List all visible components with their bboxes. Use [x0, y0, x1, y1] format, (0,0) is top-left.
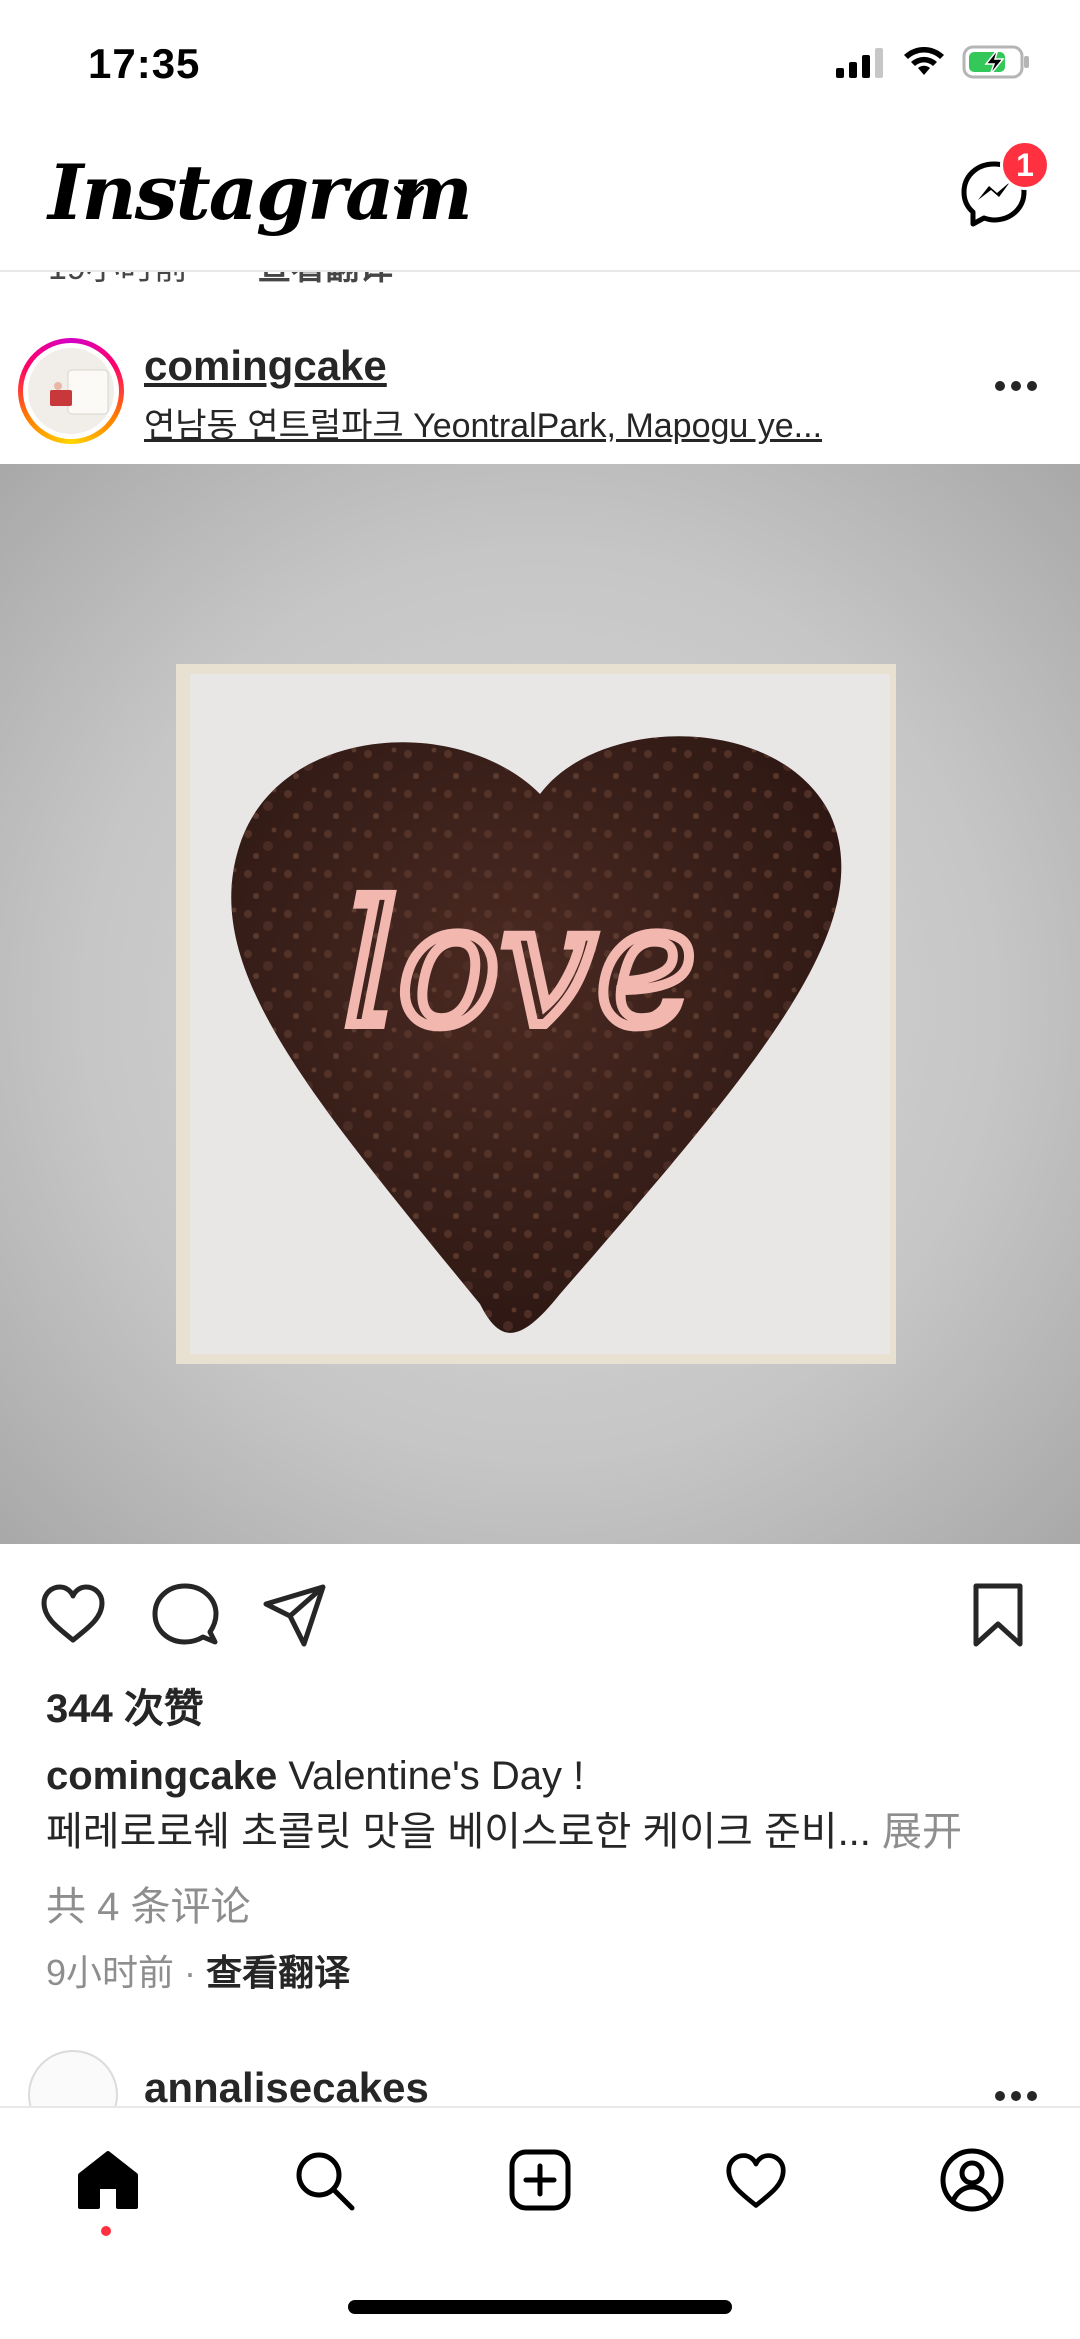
profile-icon — [940, 2148, 1004, 2212]
tab-create[interactable] — [500, 2140, 580, 2220]
status-icons — [836, 44, 1032, 80]
post-header: comingcake 연남동 연트럴파크 YeontralPark, Mapog… — [0, 320, 1080, 460]
tab-activity[interactable] — [716, 2140, 796, 2220]
post-caption: comingcake Valentine's Day ! 페레로로쉐 초콜릿 맛… — [46, 1748, 1036, 1860]
home-icon — [78, 2151, 138, 2209]
home-active-dot — [101, 2226, 111, 2236]
home-indicator[interactable] — [348, 2300, 732, 2314]
post-timestamp-row: 9小时前 · 查看翻译 — [46, 1944, 350, 1996]
next-post-username[interactable]: annalisecakes — [144, 2064, 429, 2106]
post-time-ago: 9小时前 — [46, 1952, 175, 1993]
next-post-avatar[interactable] — [28, 2050, 118, 2106]
more-options-icon[interactable] — [994, 380, 1038, 392]
caption-line-2: 페레로로쉐 초콜릿 맛을 베이스로한 케이크 준비... — [46, 1810, 871, 1854]
post-location[interactable]: 연남동 연트럴파크 YeontralPark, Mapogu ye... — [144, 398, 822, 447]
view-comments-link[interactable]: 共 4 条评论 — [46, 1874, 250, 1932]
heart-cake-photo: love — [0, 464, 1080, 1544]
chevron-down-icon[interactable] — [392, 182, 426, 206]
like-heart-icon[interactable] — [38, 1580, 108, 1650]
add-post-icon — [509, 2149, 571, 2211]
caption-username[interactable]: comingcake — [46, 1754, 277, 1798]
signal-icon — [836, 48, 883, 78]
caption-more-link[interactable]: 展开 — [882, 1810, 962, 1854]
messenger-badge: 1 — [1000, 140, 1050, 190]
next-post-header: annalisecakes — [0, 2050, 1080, 2106]
separator-dot: · — [184, 1952, 197, 1993]
search-icon — [296, 2152, 355, 2211]
heart-icon — [726, 2153, 786, 2208]
wifi-icon — [904, 47, 944, 75]
tab-profile[interactable] — [932, 2140, 1012, 2220]
avatar[interactable] — [18, 338, 124, 444]
post-image[interactable]: love — [0, 464, 1080, 1544]
caption-text: Valentine's Day ! — [288, 1754, 585, 1798]
comment-icon[interactable] — [150, 1580, 220, 1650]
translate-link[interactable]: 查看翻译 — [206, 1952, 350, 1993]
tab-home[interactable] — [68, 2140, 148, 2220]
next-post-more-icon[interactable] — [994, 2090, 1038, 2102]
status-bar: 17:35 — [0, 0, 1080, 130]
post-actions — [0, 1570, 1080, 1670]
share-icon[interactable] — [260, 1580, 330, 1650]
avatar-image — [28, 348, 114, 434]
cake-icing-text: love — [343, 867, 696, 1065]
post-username[interactable]: comingcake — [144, 342, 387, 390]
top-bar: Instagram 1 — [0, 130, 1080, 272]
bookmark-icon[interactable] — [968, 1580, 1028, 1650]
status-time: 17:35 — [88, 40, 201, 87]
likes-count[interactable]: 344 次赞 — [46, 1676, 204, 1734]
battery-charging-icon — [962, 45, 1029, 79]
tab-search[interactable] — [284, 2140, 364, 2220]
